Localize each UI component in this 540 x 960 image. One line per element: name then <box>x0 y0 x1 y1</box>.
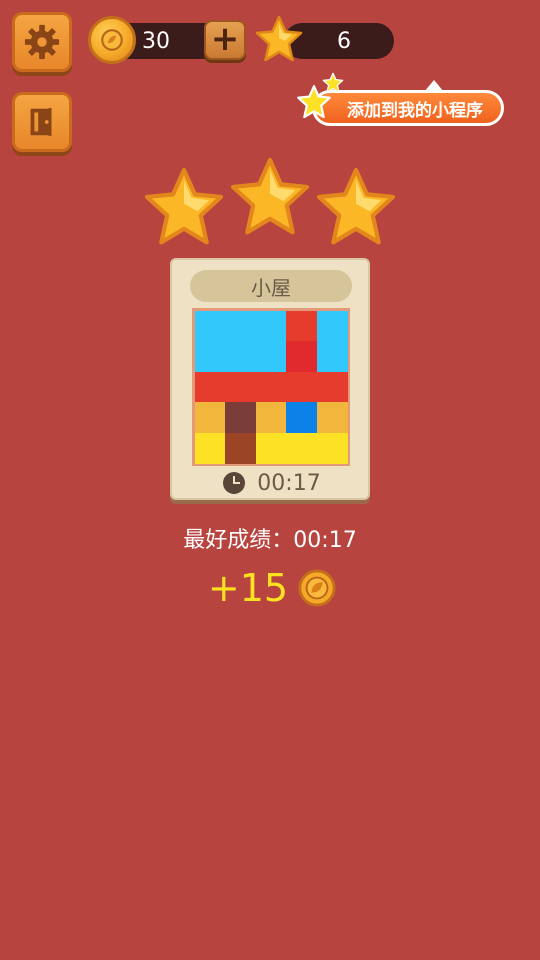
level-rating <box>0 155 540 245</box>
puzzle-cell <box>225 341 257 373</box>
puzzle-cell <box>255 341 287 373</box>
puzzle-cell <box>255 371 287 403</box>
coin-icon <box>298 569 336 607</box>
puzzle-cell <box>225 432 257 464</box>
puzzle-cell <box>225 371 257 403</box>
puzzle-cell <box>195 371 226 403</box>
puzzle-preview <box>192 308 350 466</box>
puzzle-cell <box>195 311 226 342</box>
puzzle-cell <box>286 371 318 403</box>
coin-icon <box>88 16 136 64</box>
puzzle-cell <box>225 402 257 434</box>
star-count: 6 <box>337 28 351 54</box>
add-coins-button[interactable]: + <box>204 20 246 60</box>
puzzle-cell <box>286 432 318 464</box>
puzzle-cell <box>255 432 287 464</box>
puzzle-cell <box>286 341 318 373</box>
coin-count: 30 <box>142 28 170 54</box>
puzzle-cell <box>316 311 348 342</box>
puzzle-cell <box>195 402 226 434</box>
puzzle-cell <box>195 341 226 373</box>
clock-icon <box>223 472 246 494</box>
puzzle-cell <box>255 402 287 434</box>
rating-star-icon <box>144 167 224 245</box>
puzzle-cell <box>316 402 348 434</box>
banner-label: 添加到我的小程序 <box>347 100 483 121</box>
reward-amount: +15 <box>207 566 289 610</box>
gear-icon <box>24 24 60 60</box>
puzzle-cell <box>255 311 287 342</box>
puzzle-cell <box>316 432 348 464</box>
best-score-label: 最好成绩：00:17 <box>183 528 357 553</box>
puzzle-cell <box>286 402 318 434</box>
puzzle-cell <box>286 311 318 342</box>
puzzle-cell <box>316 371 348 403</box>
exit-door-icon <box>30 107 52 137</box>
time-value: 00:17 <box>257 470 321 496</box>
settings-button[interactable] <box>12 12 72 72</box>
banner-star-icon <box>297 85 331 119</box>
puzzle-cell <box>225 311 257 342</box>
exit-button[interactable] <box>12 92 72 152</box>
level-timer: 00:17 <box>172 468 372 498</box>
add-to-mini-program-button[interactable]: 添加到我的小程序 <box>312 90 504 126</box>
rating-star-icon <box>230 157 310 235</box>
puzzle-cell <box>195 432 226 464</box>
plus-icon: + <box>210 18 240 59</box>
rating-star-icon <box>316 167 396 245</box>
coin-reward: +15 <box>0 564 540 612</box>
puzzle-cell <box>316 341 348 373</box>
level-result-card: 小屋 00:17 <box>170 258 370 500</box>
level-name: 小屋 <box>190 270 352 302</box>
star-icon <box>255 15 303 62</box>
